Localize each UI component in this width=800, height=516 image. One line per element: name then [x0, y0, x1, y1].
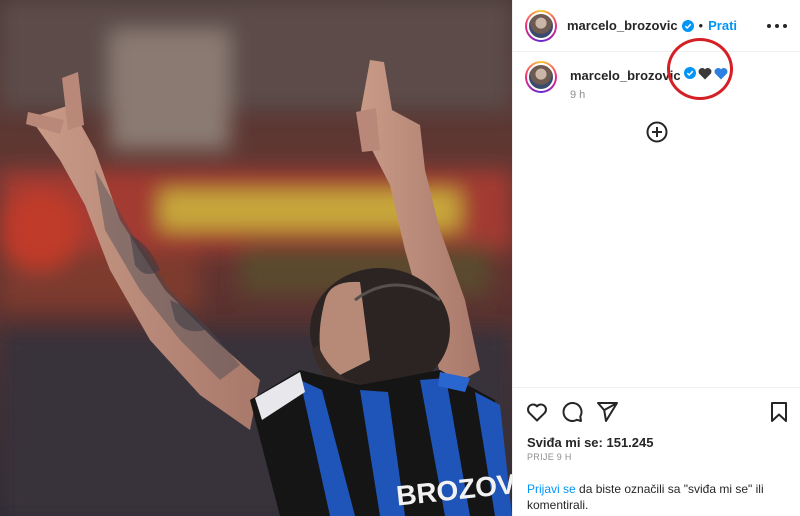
post-side-panel: marcelo_brozovic • Prati marcelo_brozovi…	[512, 0, 800, 516]
add-plus-icon[interactable]	[646, 121, 668, 143]
save-bookmark-icon[interactable]	[767, 400, 791, 424]
header-username[interactable]: marcelo_brozovic	[567, 18, 678, 33]
caption-timestamp: 9 h	[570, 89, 586, 101]
caption-avatar[interactable]	[525, 61, 557, 93]
share-send-icon[interactable]	[595, 400, 619, 424]
comment-icon[interactable]	[560, 400, 584, 424]
post-image: BROZOVIĆ	[0, 0, 512, 516]
avatar[interactable]	[525, 9, 557, 42]
caption: marcelo_brozovic 9 h	[525, 61, 789, 111]
like-heart-icon[interactable]	[525, 400, 549, 424]
separator-dot: •	[698, 18, 704, 33]
post-actions-section: Sviđa mi se: 151.245 PRIJE 9 H Prijavi s…	[513, 387, 800, 516]
login-prompt: Prijavi se da biste označili sa "sviđa m…	[527, 481, 789, 513]
verified-badge-icon	[681, 19, 694, 32]
post-photo[interactable]: BROZOVIĆ	[0, 0, 512, 516]
likes-count[interactable]: Sviđa mi se: 151.245	[527, 435, 653, 450]
login-link[interactable]: Prijavi se	[527, 482, 576, 496]
post-date: PRIJE 9 H	[527, 452, 572, 462]
post-header: marcelo_brozovic • Prati	[513, 0, 800, 52]
caption-username[interactable]: marcelo_brozovic	[570, 68, 681, 83]
more-options-icon[interactable]	[767, 18, 787, 34]
follow-button[interactable]: Prati	[708, 18, 737, 33]
red-annotation-circle	[667, 38, 733, 100]
